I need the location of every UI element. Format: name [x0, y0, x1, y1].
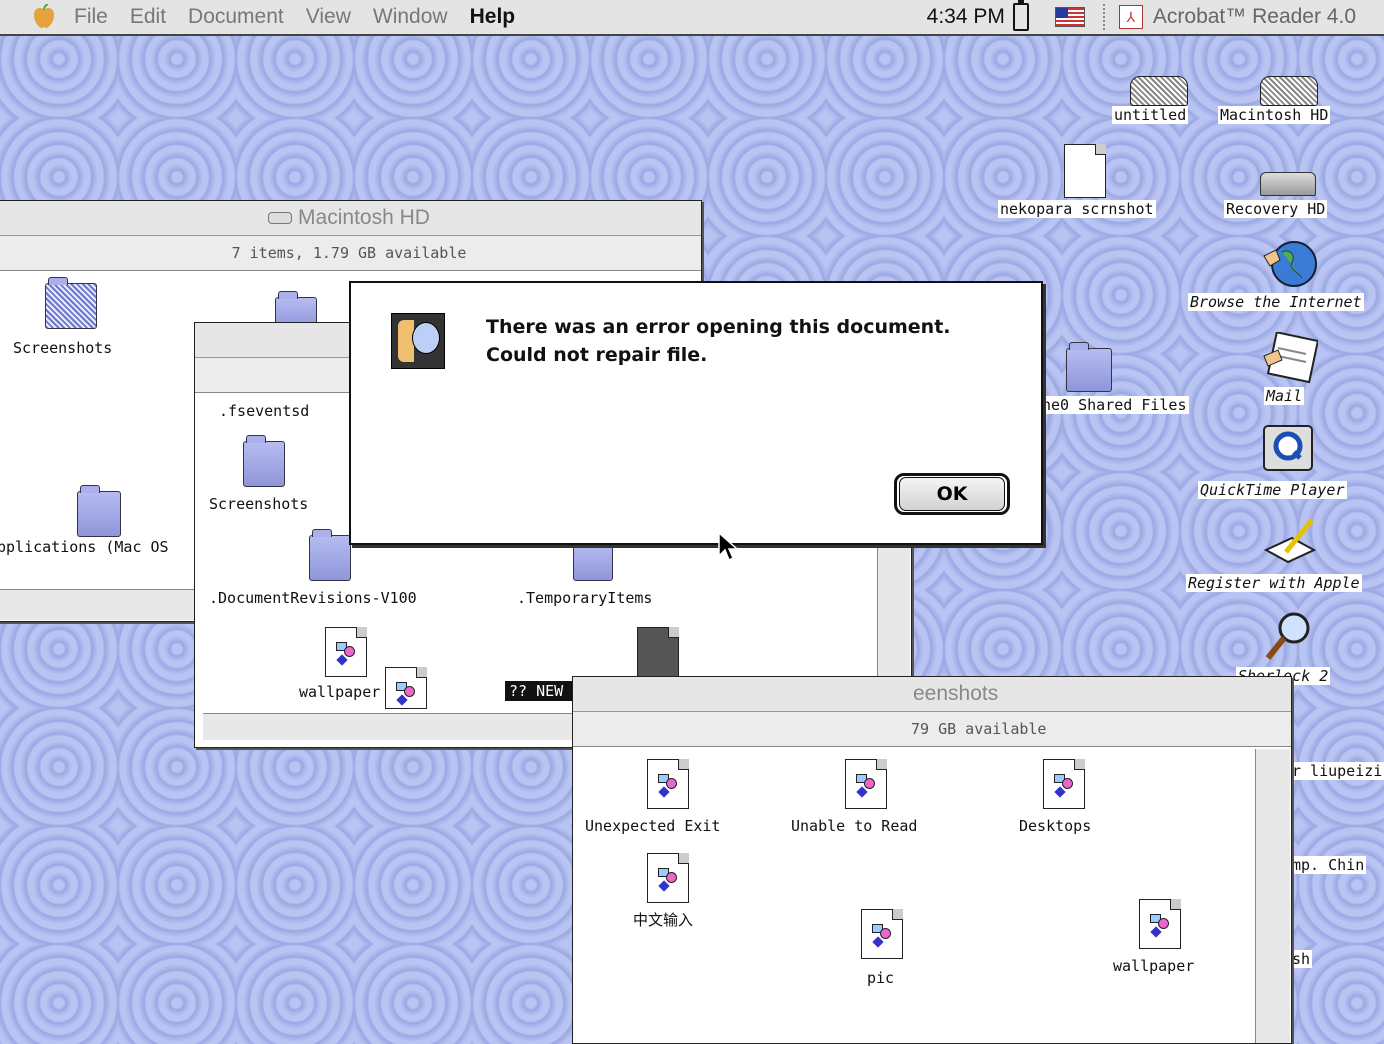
- magnifier-icon: [1265, 612, 1310, 660]
- mouse-cursor-icon: [718, 532, 738, 562]
- item-pic[interactable]: pic: [867, 969, 894, 987]
- item-unable-to-read[interactable]: Unable to Read: [791, 817, 917, 835]
- ok-button[interactable]: OK: [894, 473, 1010, 515]
- window-titlebar[interactable]: eenshots: [573, 677, 1291, 712]
- desktop-label-shared-files[interactable]: he0 Shared Files: [1040, 396, 1189, 414]
- menu-document[interactable]: Document: [188, 5, 284, 29]
- desktop-icon-recovery-hd[interactable]: [1260, 168, 1320, 198]
- item-screenshots[interactable]: Screenshots: [209, 495, 308, 513]
- vertical-scrollbar[interactable]: [1255, 749, 1290, 1043]
- quicktime-icon: [1263, 425, 1313, 471]
- desktop-label-register[interactable]: Register with Apple: [1186, 574, 1362, 592]
- window-title: Macintosh HD: [298, 206, 430, 229]
- window-titlebar[interactable]: Macintosh HD: [0, 201, 701, 236]
- desktop-label-chin[interactable]: mp. Chin: [1290, 856, 1367, 874]
- folder-icon[interactable]: [573, 537, 613, 581]
- image-document-icon[interactable]: [647, 853, 689, 903]
- item-wallpaper[interactable]: wallpaper: [1113, 957, 1194, 975]
- desktop-icon-macintosh-hd[interactable]: [1260, 76, 1320, 106]
- application-menu[interactable]: Acrobat™ Reader 4.0: [1153, 5, 1356, 29]
- desktop-icon-quicktime[interactable]: [1260, 424, 1316, 476]
- desktop-label-browse-internet[interactable]: Browse the Internet: [1188, 293, 1364, 311]
- alert-message: There was an error opening this document…: [486, 313, 951, 369]
- desktop-label-macintosh-hd[interactable]: Macintosh HD: [1218, 106, 1331, 124]
- acrobat-icon[interactable]: ⅄: [1118, 5, 1143, 29]
- ok-button-label[interactable]: OK: [899, 477, 1005, 511]
- image-document-icon[interactable]: [1139, 899, 1181, 949]
- desktop-icon-shared-files[interactable]: [1066, 340, 1116, 392]
- window-info: 7 items, 1.79 GB available: [0, 236, 701, 271]
- item-fseventsd[interactable]: .fseventsd: [219, 402, 309, 420]
- globe-icon: [1263, 241, 1317, 287]
- apple-icon[interactable]: [30, 4, 58, 30]
- folder-icon[interactable]: [243, 435, 285, 487]
- disk-icon: [1130, 76, 1188, 106]
- desktop-label-liupeizi[interactable]: r liupeizi: [1290, 762, 1384, 780]
- image-document-icon[interactable]: [385, 667, 427, 709]
- menu-clock[interactable]: 4:34 PM: [927, 5, 1005, 29]
- menu-window[interactable]: Window: [373, 5, 448, 29]
- image-document-icon[interactable]: [861, 909, 903, 959]
- menu-view[interactable]: View: [306, 5, 351, 29]
- folder-icon[interactable]: [77, 485, 121, 537]
- item-chinese-input[interactable]: 中文输入: [633, 909, 693, 930]
- item-desktops[interactable]: Desktops: [1019, 817, 1091, 835]
- error-alert-dialog[interactable]: There was an error opening this document…: [349, 281, 1043, 545]
- mail-icon: [1263, 331, 1320, 384]
- image-document-icon[interactable]: [845, 759, 887, 809]
- image-document-icon[interactable]: [647, 759, 689, 809]
- item-temporary-items[interactable]: .TemporaryItems: [517, 589, 652, 607]
- battery-icon[interactable]: [1012, 0, 1029, 31]
- image-document-icon[interactable]: [325, 627, 367, 677]
- desktop-label-nekopara[interactable]: nekopara scrnshot: [998, 200, 1156, 218]
- window-title: eenshots: [913, 682, 999, 705]
- desktop-label-recovery-hd[interactable]: Recovery HD: [1224, 200, 1328, 218]
- menu-edit[interactable]: Edit: [130, 5, 166, 29]
- desktop-icon-sherlock[interactable]: [1262, 610, 1318, 662]
- menu-bar: File Edit Document View Window Help 4:34…: [0, 0, 1384, 36]
- desktop-label-mail[interactable]: Mail: [1264, 387, 1305, 405]
- keyboard-flag-icon[interactable]: [1054, 7, 1085, 27]
- menu-separator: [1102, 4, 1107, 30]
- menu-help[interactable]: Help: [470, 5, 516, 29]
- desktop-icon-mail[interactable]: [1262, 331, 1320, 384]
- item-applications[interactable]: pplications (Mac OS: [0, 538, 169, 556]
- menu-file[interactable]: File: [74, 5, 108, 29]
- folder-icon: [1066, 342, 1112, 392]
- alert-message-line2: Could not repair file.: [486, 344, 708, 366]
- image-document-icon[interactable]: [1043, 759, 1085, 809]
- folder-icon[interactable]: [45, 277, 97, 329]
- pdf-document-icon[interactable]: [637, 627, 679, 677]
- document-icon: [1064, 144, 1106, 198]
- drive-icon: [268, 212, 293, 224]
- item-screenshots[interactable]: Screenshots: [13, 339, 112, 357]
- folder-icon[interactable]: [309, 529, 351, 581]
- disk-icon: [1260, 76, 1318, 106]
- desktop-label-untitled[interactable]: untitled: [1112, 106, 1189, 124]
- desktop-icon-register[interactable]: [1262, 516, 1318, 568]
- desktop-icon-untitled[interactable]: [1128, 76, 1188, 106]
- register-icon: [1263, 518, 1317, 564]
- desktop-icon-nekopara[interactable]: [1064, 144, 1108, 198]
- desktop-label-quicktime[interactable]: QuickTime Player: [1198, 481, 1347, 499]
- item-wallpaper[interactable]: wallpaper: [299, 683, 380, 701]
- window-info: 79 GB available: [573, 712, 1291, 747]
- desktop-icon-browse-internet[interactable]: [1262, 238, 1318, 290]
- alert-speech-icon: [391, 313, 445, 369]
- window-screenshots[interactable]: eenshots 79 GB available Unexpected Exit…: [572, 676, 1292, 1044]
- hard-drive-icon: [1260, 172, 1316, 196]
- item-unexpected-exit[interactable]: Unexpected Exit: [585, 817, 720, 835]
- item-document-revisions[interactable]: .DocumentRevisions-V100: [209, 589, 417, 607]
- desktop-label-sh[interactable]: sh: [1290, 950, 1313, 968]
- alert-message-line1: There was an error opening this document…: [486, 316, 951, 338]
